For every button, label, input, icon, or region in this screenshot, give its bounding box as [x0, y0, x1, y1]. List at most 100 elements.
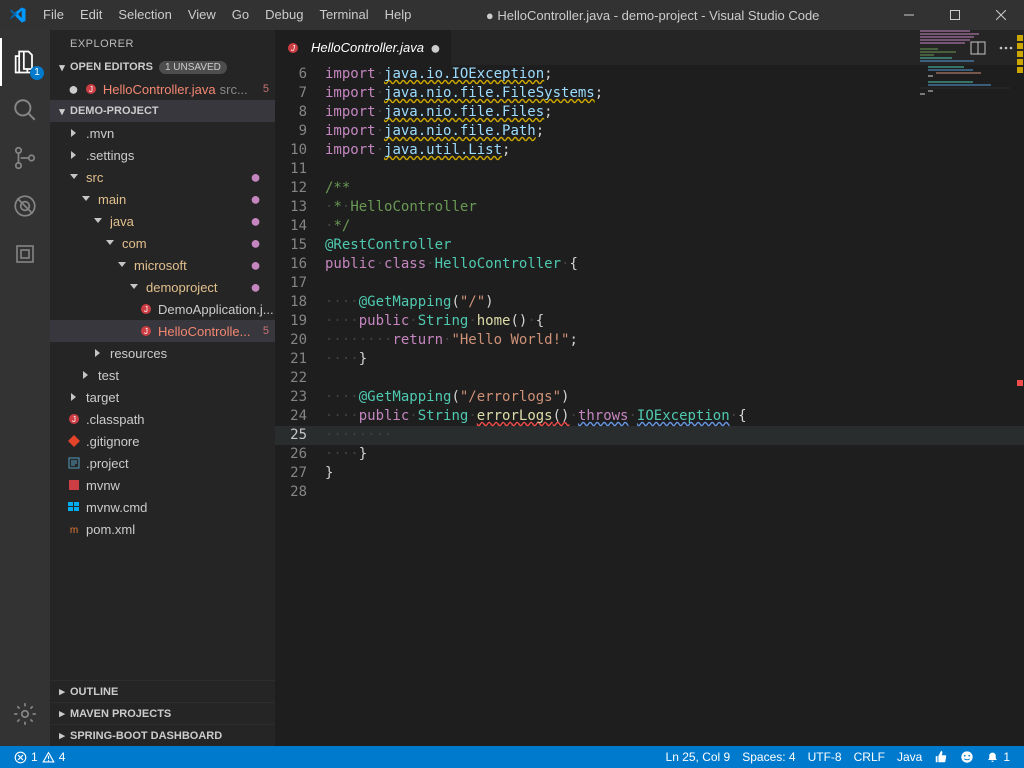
java-file-icon: J	[285, 40, 301, 56]
tree-label: java	[110, 214, 134, 229]
tree-item--gitignore[interactable]: .gitignore	[50, 430, 275, 452]
file-icon	[66, 499, 82, 515]
tree-item--settings[interactable]: .settings	[50, 144, 275, 166]
panel-label: MAVEN PROJECTS	[70, 708, 171, 720]
tab-label: HelloController.java	[311, 40, 424, 55]
tree-item-DemoApplication-j-[interactable]: JDemoApplication.j...	[50, 298, 275, 320]
tree-label: demoproject	[146, 280, 218, 295]
chevron-down-icon: ▾	[54, 105, 70, 118]
file-icon: J	[66, 411, 82, 427]
code-editor[interactable]: 6import·java.io.IOException;7import·java…	[275, 65, 1024, 502]
status-thumbsup[interactable]	[928, 750, 954, 764]
overview-ruler[interactable]	[1010, 30, 1024, 746]
tree-item-pom-xml[interactable]: m pom.xml	[50, 518, 275, 540]
minimap[interactable]	[920, 30, 1010, 130]
chevron-down-icon	[90, 213, 106, 229]
activity-bar: 1	[0, 30, 50, 746]
explorer-activity[interactable]: 1	[0, 38, 50, 86]
menu-terminal[interactable]: Terminal	[311, 0, 376, 30]
tree-label: .classpath	[86, 412, 145, 427]
tree-item--classpath[interactable]: J .classpath	[50, 408, 275, 430]
panel-maven-projects[interactable]: ▸MAVEN PROJECTS	[50, 702, 275, 724]
tab-bar: J HelloController.java ●	[275, 30, 1024, 65]
window-title: ● HelloController.java - demo-project - …	[419, 8, 886, 23]
tree-label: .settings	[86, 148, 134, 163]
status-bar: 1 4 Ln 25, Col 9 Spaces: 4 UTF-8 CRLF Ja…	[0, 746, 1024, 768]
tree-label: target	[86, 390, 119, 405]
menu-selection[interactable]: Selection	[110, 0, 179, 30]
tree-label: .mvn	[86, 126, 114, 141]
java-activity[interactable]	[0, 230, 50, 278]
file-icon: J	[138, 323, 154, 339]
tree-label: .gitignore	[86, 434, 139, 449]
tree-item-HelloControlle-[interactable]: J HelloControlle... 5	[50, 320, 275, 342]
menu-help[interactable]: Help	[377, 0, 420, 30]
menu-go[interactable]: Go	[224, 0, 257, 30]
file-icon	[66, 455, 82, 471]
tree-item-target[interactable]: target	[50, 386, 275, 408]
titlebar: FileEditSelectionViewGoDebugTerminalHelp…	[0, 0, 1024, 30]
open-editor-item[interactable]: ● J HelloController.java src... 5	[50, 78, 275, 100]
tree-item-demoproject[interactable]: demoproject●	[50, 276, 275, 298]
tree-item-test[interactable]: test	[50, 364, 275, 386]
tree-label: com	[122, 236, 147, 251]
status-problems[interactable]: 1 4	[8, 750, 71, 764]
tree-item-src[interactable]: src●	[50, 166, 275, 188]
panel-outline[interactable]: ▸OUTLINE	[50, 680, 275, 702]
file-icon: J	[138, 301, 154, 317]
tree-label: HelloControlle...	[158, 324, 251, 339]
chevron-down-icon: ▾	[54, 61, 70, 74]
status-lang[interactable]: Java	[891, 750, 928, 764]
status-warnings: 4	[59, 750, 66, 764]
tree-errcount: 5	[263, 325, 269, 337]
tree-item-resources[interactable]: resources	[50, 342, 275, 364]
sidebar-title: EXPLORER	[50, 30, 275, 56]
tree-label: pom.xml	[86, 522, 135, 537]
tree-item-mvnw[interactable]: mvnw	[50, 474, 275, 496]
status-eol[interactable]: CRLF	[848, 750, 891, 764]
maximize-button[interactable]	[932, 0, 978, 30]
menu-edit[interactable]: Edit	[72, 0, 110, 30]
open-editors-header[interactable]: ▾ OPEN EDITORS 1 UNSAVED	[50, 56, 275, 78]
menu-debug[interactable]: Debug	[257, 0, 311, 30]
status-lncol[interactable]: Ln 25, Col 9	[660, 750, 737, 764]
close-button[interactable]	[978, 0, 1024, 30]
explorer-badge: 1	[30, 66, 44, 80]
debug-activity[interactable]	[0, 182, 50, 230]
svg-text:J: J	[89, 85, 93, 94]
tree-label: mvnw	[86, 478, 120, 493]
tree-item-main[interactable]: main●	[50, 188, 275, 210]
svg-text:m: m	[70, 525, 78, 536]
tree-label: test	[98, 368, 119, 383]
menu-file[interactable]: File	[35, 0, 72, 30]
search-activity[interactable]	[0, 86, 50, 134]
chevron-right-icon: ▸	[54, 729, 70, 742]
tab-hellocontroller[interactable]: J HelloController.java ●	[275, 30, 452, 65]
svg-text:J: J	[72, 415, 76, 424]
chevron-down-icon	[102, 235, 118, 251]
project-header[interactable]: ▾ DEMO-PROJECT	[50, 100, 275, 122]
status-feedback[interactable]	[954, 750, 980, 764]
vscode-logo-icon	[0, 6, 35, 24]
status-spaces[interactable]: Spaces: 4	[736, 750, 801, 764]
panel-spring-boot-dashboard[interactable]: ▸SPRING-BOOT DASHBOARD	[50, 724, 275, 746]
settings-activity[interactable]	[0, 690, 50, 738]
chevron-down-icon	[66, 169, 82, 185]
file-tree: .mvn .settings src●main●java●com●microsoft…	[50, 122, 275, 540]
panel-label: OUTLINE	[70, 686, 118, 698]
tree-item--mvn[interactable]: .mvn	[50, 122, 275, 144]
status-notifications[interactable]: 1	[980, 750, 1016, 764]
tree-item--project[interactable]: .project	[50, 452, 275, 474]
tree-item-mvnw-cmd[interactable]: mvnw.cmd	[50, 496, 275, 518]
minimize-button[interactable]	[886, 0, 932, 30]
tree-item-java[interactable]: java●	[50, 210, 275, 232]
status-encoding[interactable]: UTF-8	[802, 750, 848, 764]
file-icon	[66, 433, 82, 449]
project-label: DEMO-PROJECT	[70, 105, 159, 117]
chevron-right-icon: ▸	[54, 707, 70, 720]
tree-item-microsoft[interactable]: microsoft●	[50, 254, 275, 276]
menu-view[interactable]: View	[180, 0, 224, 30]
chevron-right-icon	[66, 147, 82, 163]
tree-item-com[interactable]: com●	[50, 232, 275, 254]
scm-activity[interactable]	[0, 134, 50, 182]
